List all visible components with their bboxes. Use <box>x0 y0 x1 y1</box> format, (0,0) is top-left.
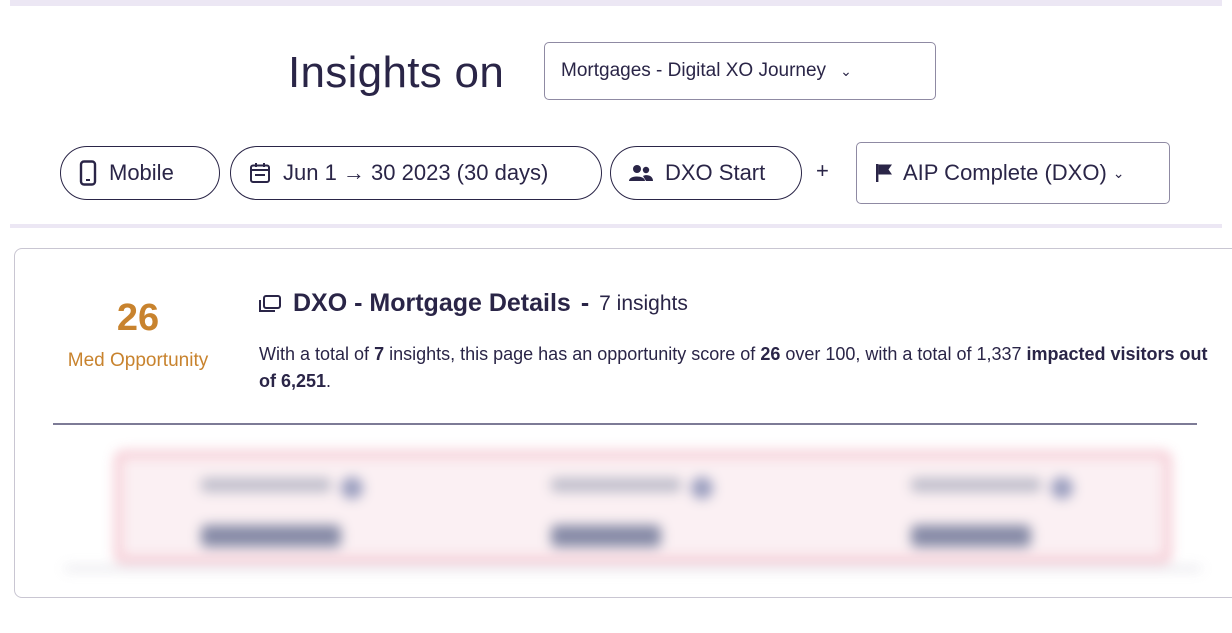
summary-text: With a total of <box>259 344 375 364</box>
date-range-label: Jun 1 → 30 2023 (30 days) <box>283 160 549 185</box>
insight-card[interactable]: 26 Med Opportunity DXO - Mortgage Detail… <box>14 248 1232 598</box>
summary-text: insights, this page has an opportunity s… <box>384 344 761 364</box>
card-divider <box>53 423 1197 425</box>
summary-text: . <box>326 371 332 391</box>
journey-select-value: Mortgages - Digital XO Journey <box>561 60 827 81</box>
page-title: Insights on <box>288 48 505 97</box>
blurred-label <box>201 478 331 493</box>
summary-score: 26 <box>760 344 781 364</box>
page-name-link[interactable]: DXO - Mortgage Details <box>293 289 571 318</box>
calendar-icon <box>249 162 271 184</box>
device-filter-pill[interactable]: Mobile <box>60 146 220 200</box>
score-value: 26 <box>116 297 160 339</box>
blurred-metrics <box>45 437 1221 579</box>
journey-select[interactable]: Mortgages - Digital XO Journey ⌄ <box>544 42 936 100</box>
page-heading: DXO - Mortgage Details - 7 insights <box>259 289 688 318</box>
summary-text: over 100, with a total of 1,337 <box>780 344 1027 364</box>
page-window-icon <box>259 294 281 313</box>
opportunity-score: 26 Med Opportunity <box>15 297 261 372</box>
blurred-value <box>551 525 661 547</box>
score-label: Med Opportunity <box>67 350 209 371</box>
blurred-rule <box>65 567 1201 570</box>
blurred-badge <box>341 477 363 499</box>
title-row: Insights on Mortgages - Digital XO Journ… <box>0 40 1232 106</box>
chevron-down-icon: ⌄ <box>1112 164 1125 181</box>
blurred-metric <box>911 477 1191 547</box>
insights-count: 7 insights <box>599 291 688 315</box>
goal-select[interactable]: AIP Complete (DXO) ⌄ <box>856 142 1170 204</box>
device-filter-label: Mobile <box>109 160 174 185</box>
filter-row: Mobile Jun 1 → 30 2023 (30 days) DXO Sta… <box>0 142 1232 204</box>
add-filter-plus[interactable]: + <box>816 158 829 184</box>
goal-select-value: AIP Complete (DXO) <box>903 160 1107 185</box>
heading-separator: - <box>580 289 590 317</box>
summary-insight-count: 7 <box>374 344 385 364</box>
blurred-badge <box>691 477 713 499</box>
blurred-label <box>911 478 1041 493</box>
blurred-metric <box>551 477 831 547</box>
blurred-value <box>911 525 1031 547</box>
flag-icon <box>875 163 893 183</box>
section-divider <box>10 224 1222 228</box>
blurred-metric <box>201 477 481 547</box>
blurred-label <box>551 478 681 493</box>
users-icon <box>629 164 653 182</box>
segment-filter-pill[interactable]: DXO Start <box>610 146 802 200</box>
blurred-value <box>201 525 341 547</box>
top-strip <box>10 0 1222 6</box>
blurred-metrics-box <box>115 451 1171 563</box>
chevron-down-icon: ⌄ <box>840 62 852 79</box>
mobile-icon <box>79 160 97 186</box>
page-summary: With a total of 7 insights, this page ha… <box>259 341 1209 395</box>
blurred-badge <box>1051 477 1073 499</box>
date-range-pill[interactable]: Jun 1 → 30 2023 (30 days) <box>230 146 602 200</box>
segment-filter-label: DXO Start <box>665 160 766 185</box>
